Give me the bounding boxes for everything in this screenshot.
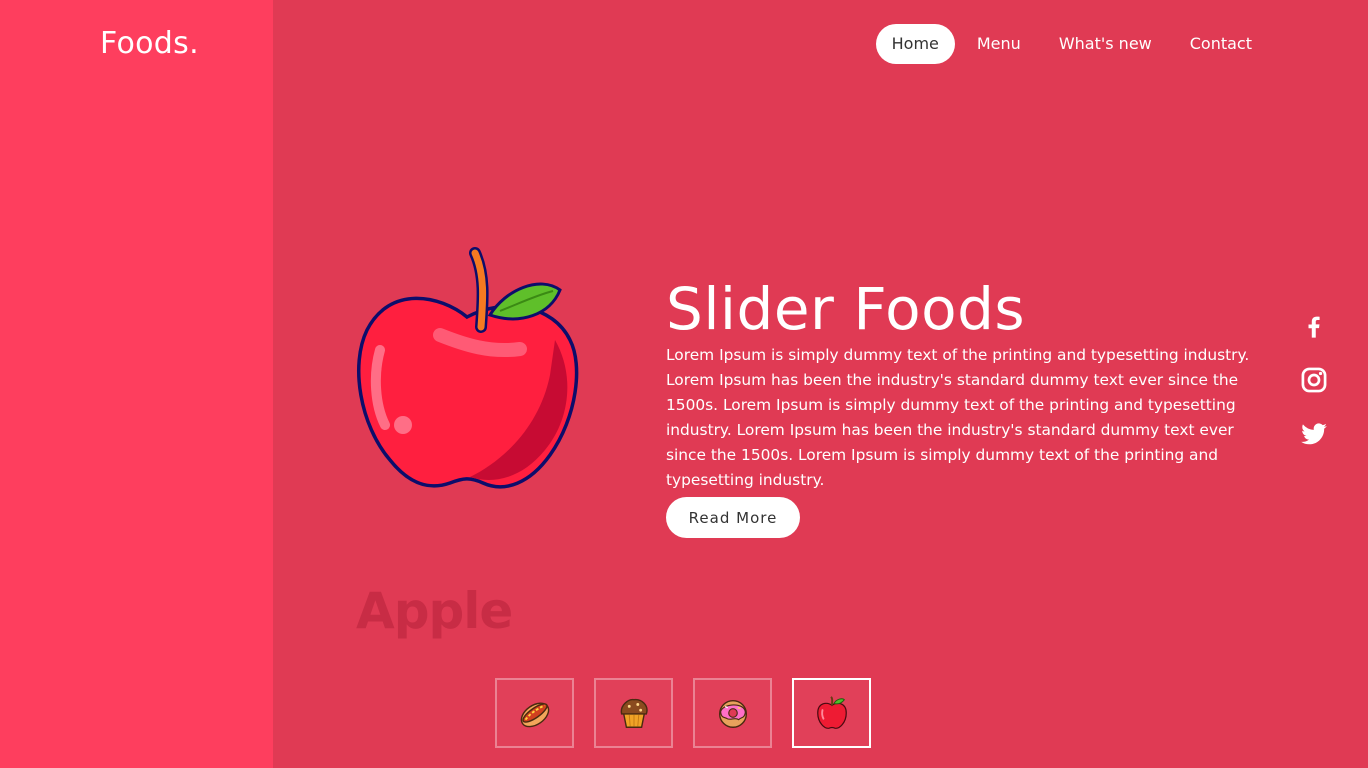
apple-icon xyxy=(357,247,579,489)
main-nav: Home Menu What's new Contact xyxy=(870,24,1268,64)
hotdog-icon xyxy=(520,702,549,728)
social-links xyxy=(1300,312,1332,474)
nav-home[interactable]: Home xyxy=(875,24,955,64)
thumbnail-strip xyxy=(495,678,891,748)
hero-description: Lorem Ipsum is simply dummy text of the … xyxy=(666,346,1250,490)
nav-contact[interactable]: Contact xyxy=(1174,24,1268,64)
read-more-button[interactable]: Read More xyxy=(666,497,800,538)
thumb-muffin[interactable] xyxy=(594,678,673,748)
item-name: Apple xyxy=(356,582,513,640)
thumb-hotdog[interactable] xyxy=(495,678,574,748)
nav-menu[interactable]: Menu xyxy=(961,24,1037,64)
left-panel xyxy=(0,0,273,768)
nav-whats-new[interactable]: What's new xyxy=(1043,24,1168,64)
thumb-apple[interactable] xyxy=(792,678,871,748)
twitter-icon[interactable] xyxy=(1300,420,1328,448)
instagram-icon[interactable] xyxy=(1300,366,1328,394)
thumb-donut[interactable] xyxy=(693,678,772,748)
donut-icon xyxy=(718,699,747,728)
muffin-icon xyxy=(620,698,648,728)
facebook-icon[interactable] xyxy=(1300,312,1328,340)
logo[interactable]: Foods. xyxy=(100,26,199,61)
hero-title: Slider Foods xyxy=(666,274,1026,343)
apple-icon xyxy=(816,696,847,729)
